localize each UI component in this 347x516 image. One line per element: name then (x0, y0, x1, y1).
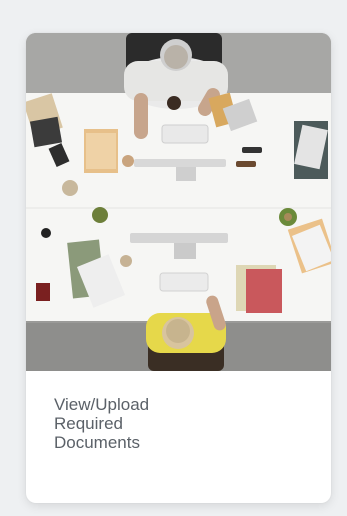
card-title-line-1: View/Upload (54, 395, 150, 414)
documents-card[interactable]: View/Upload Required Documents (26, 33, 331, 503)
office-desk-photo (26, 33, 331, 371)
card-title-line-2: Required (54, 414, 123, 433)
card-title-line-3: Documents (54, 433, 140, 452)
card-title[interactable]: View/Upload Required Documents (54, 395, 304, 452)
